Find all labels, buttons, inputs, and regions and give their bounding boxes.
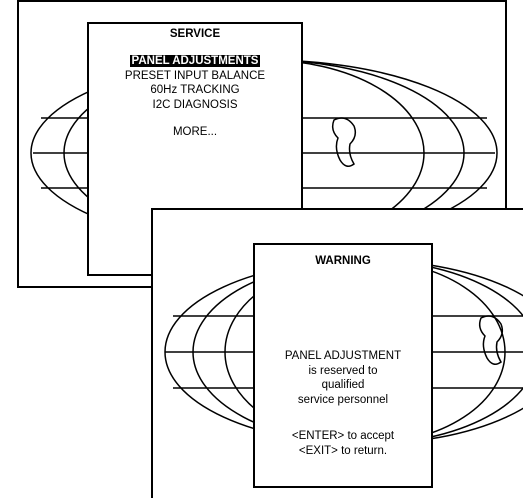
warning-line: service personnel	[297, 393, 389, 406]
menu-item-60hz-tracking[interactable]: 60Hz TRACKING	[89, 83, 301, 98]
menu-items: PANEL ADJUSTMENTS PRESET INPUT BALANCE 6…	[89, 54, 301, 112]
warning-instructions: <ENTER> to accept <EXIT> to return.	[255, 429, 431, 458]
warning-message: PANEL ADJUSTMENT is reserved to qualifie…	[255, 349, 431, 407]
warning-line: PANEL ADJUSTMENT	[284, 350, 402, 362]
warning-dialog: WARNING PANEL ADJUSTMENT is reserved to …	[253, 243, 433, 488]
warning-line: is reserved to	[308, 364, 378, 377]
menu-item-more[interactable]: MORE...	[89, 126, 301, 138]
enter-instruction[interactable]: <ENTER> to accept	[255, 429, 431, 444]
warning-screen: WARNING PANEL ADJUSTMENT is reserved to …	[151, 208, 523, 498]
menu-item-panel-adjustments[interactable]: PANEL ADJUSTMENTS	[89, 54, 301, 69]
menu-item-preset-input-balance[interactable]: PRESET INPUT BALANCE	[89, 69, 301, 84]
warning-line: qualified	[321, 379, 365, 391]
warning-title: WARNING	[315, 255, 371, 267]
menu-title: SERVICE	[169, 28, 221, 40]
exit-instruction[interactable]: <EXIT> to return.	[255, 444, 431, 459]
menu-item-i2c-diagnosis[interactable]: I2C DIAGNOSIS	[89, 98, 301, 113]
